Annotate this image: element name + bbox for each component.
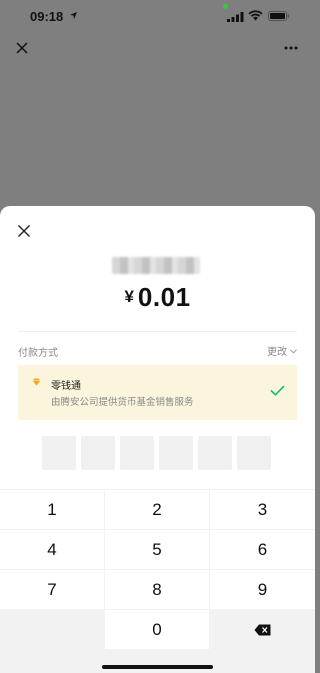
key-6[interactable]: 6 [210,530,315,569]
pin-digit-box [81,436,115,470]
location-arrow-icon [69,11,78,20]
chevron-down-icon [290,349,297,354]
status-bar: 09:18 [0,0,315,32]
divider [18,331,297,332]
payment-amount: ¥0.01 [0,282,315,313]
pin-input[interactable] [42,436,274,470]
change-method-button[interactable]: 更改 [267,343,297,358]
change-method-label: 更改 [267,347,287,358]
page-close-icon[interactable] [14,40,30,56]
backspace-icon [254,624,271,635]
check-icon [270,385,285,396]
sheet-close-icon[interactable] [17,224,31,238]
key-8[interactable]: 8 [105,570,209,609]
home-indicator [102,665,213,669]
numeric-keypad: 1 2 3 4 5 6 7 8 9 0 [0,489,315,673]
cellular-signal-icon [227,12,244,22]
payment-method-option[interactable]: 零钱通 由腾安公司提供货币基金销售服务 [18,365,297,420]
pin-digit-box [159,436,193,470]
merchant-name-redacted [112,257,200,274]
camera-indicator-icon [223,4,228,9]
pin-digit-box [237,436,271,470]
key-blank [0,610,104,649]
wifi-icon [248,10,263,21]
battery-icon [268,11,290,21]
delete-key[interactable] [210,610,315,649]
payment-method-name: 零钱通 [51,381,81,392]
key-4[interactable]: 4 [0,530,104,569]
key-1[interactable]: 1 [0,490,104,529]
pin-digit-box [198,436,232,470]
payment-method-description: 由腾安公司提供货币基金销售服务 [51,397,194,408]
key-0[interactable]: 0 [105,610,209,649]
key-2[interactable]: 2 [105,490,209,529]
key-3[interactable]: 3 [210,490,315,529]
key-7[interactable]: 7 [0,570,104,609]
key-9[interactable]: 9 [210,570,315,609]
pin-digit-box [120,436,154,470]
payment-method-label: 付款方式 [18,348,58,359]
key-5[interactable]: 5 [105,530,209,569]
status-time: 09:18 [30,9,64,24]
amount-currency: ¥ [124,287,134,306]
lingqiantong-diamond-icon [32,378,41,386]
amount-value: 0.01 [137,282,191,312]
more-options-icon[interactable] [284,46,298,50]
pin-digit-box [42,436,76,470]
